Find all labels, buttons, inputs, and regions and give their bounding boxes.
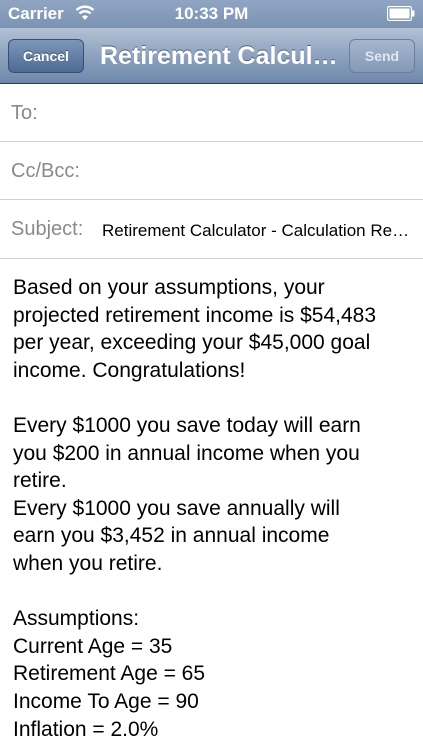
status-time: 10:33 PM <box>174 4 249 23</box>
body-line: Based on your assumptions, your <box>13 276 325 299</box>
body-line: Retirement Age = 65 <box>13 662 206 686</box>
body-line: you $200 in annual income when you <box>13 441 360 465</box>
cc-bcc-field[interactable]: Cc/Bcc: <box>0 142 423 200</box>
body-line: income. Congratulations! <box>13 358 246 382</box>
to-label: To: <box>11 102 38 124</box>
body-line: Current Age = 35 <box>13 634 173 658</box>
navigation-bar: Cancel Retirement Calculator - Calculati… <box>0 28 423 84</box>
cc-bcc-label: Cc/Bcc: <box>11 160 80 182</box>
status-bar: Carrier 10:33 PM <box>0 0 423 28</box>
body-line: per year, exceeding your $45,000 goal <box>13 331 371 355</box>
send-button[interactable]: Send <box>349 39 415 73</box>
body-line: retire. <box>13 469 67 493</box>
subject-input[interactable]: Retirement Calculator - Calculation Resu… <box>102 221 412 241</box>
body-line: Assumptions: <box>13 607 140 631</box>
page-title: Retirement Calculator - Calculation Resu… <box>100 42 340 70</box>
body-line: projected retirement income is $54,483 <box>13 303 377 327</box>
battery-icon <box>387 6 415 21</box>
body-line <box>13 578 417 606</box>
cancel-button[interactable]: Cancel <box>8 39 84 73</box>
body-line: earn you $3,452 in annual income <box>13 524 330 548</box>
body-line: Every $1000 you save today will earn <box>13 413 361 437</box>
body-line <box>13 384 417 412</box>
body-line: when you retire. <box>13 551 163 575</box>
message-body[interactable]: Based on your assumptions, your projected… <box>13 274 417 743</box>
subject-field[interactable]: Subject: Retirement Calculator - Calcula… <box>0 200 423 259</box>
subject-label: Subject: <box>11 218 84 240</box>
body-line: Income To Age = 90 <box>13 689 199 713</box>
body-line: Inflation = 2.0% <box>13 717 159 741</box>
to-field[interactable]: To: <box>0 85 423 142</box>
body-line: Every $1000 you save annually will <box>13 496 340 520</box>
